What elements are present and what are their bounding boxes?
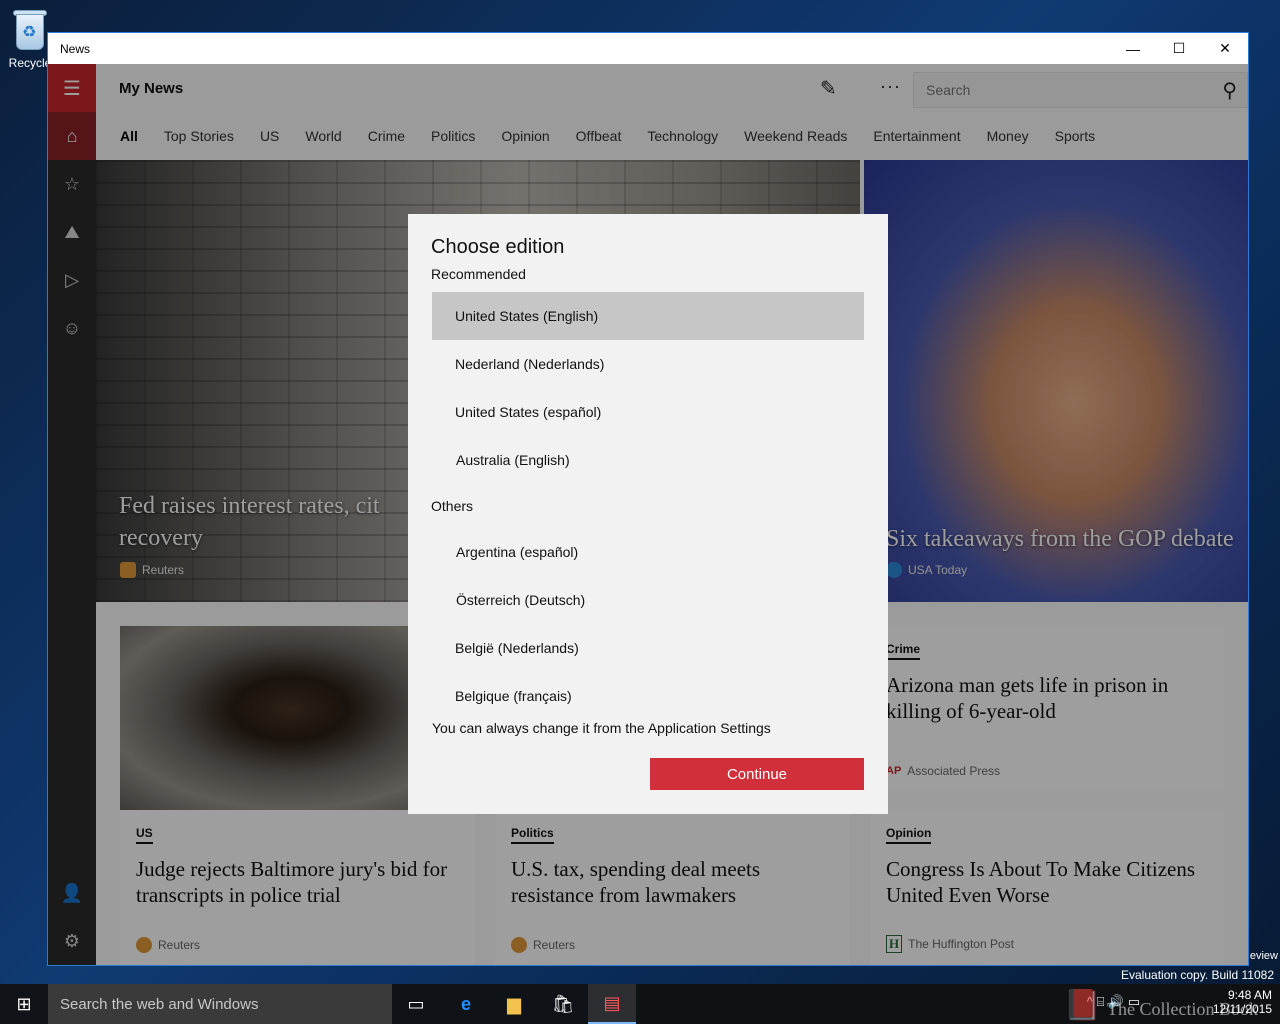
edition-option-at-german[interactable]: Österreich (Deutsch) <box>432 576 864 624</box>
dialog-title: Choose edition <box>431 236 565 258</box>
recommended-heading: Recommended <box>431 266 526 282</box>
choose-edition-dialog: Choose edition Recommended United States… <box>408 214 888 814</box>
recycle-bin-icon: ♻ <box>12 8 48 52</box>
continue-button[interactable]: Continue <box>650 758 864 790</box>
taskbar-search-input[interactable]: Search the web and Windows <box>48 984 392 1024</box>
edition-option-be-french[interactable]: Belgique (français) <box>432 672 864 720</box>
book-icon: 📕 <box>1063 989 1102 1022</box>
edition-option-ar-spanish[interactable]: Argentina (español) <box>432 528 864 576</box>
edition-option-be-dutch[interactable]: België (Nederlands) <box>432 624 864 672</box>
edition-option-au-english[interactable]: Australia (English) <box>432 436 864 484</box>
edition-option-nl-dutch[interactable]: Nederland (Nederlands) <box>432 340 864 388</box>
edge-browser-icon[interactable]: e <box>442 984 490 1024</box>
close-button[interactable]: ✕ <box>1202 33 1248 64</box>
book-watermark-logo: 📕 The Collection Book <box>1063 989 1258 1022</box>
others-heading: Others <box>431 498 474 514</box>
news-app-icon[interactable]: ▤ <box>588 984 636 1024</box>
edition-option-us-spanish[interactable]: United States (español) <box>432 388 864 436</box>
task-view-icon[interactable]: ▭ <box>392 984 440 1024</box>
file-explorer-icon[interactable]: ▆ <box>490 984 538 1024</box>
evaluation-watermark: eview Evaluation copy. Build 11082 <box>1121 950 1278 982</box>
recycle-bin-label: Recycle <box>8 56 52 70</box>
edition-option-us-english[interactable]: United States (English) <box>432 292 864 340</box>
start-windows-icon[interactable]: ⊞ <box>0 984 48 1024</box>
window-title: News <box>60 41 91 56</box>
store-icon[interactable]: 🛍 <box>539 984 587 1024</box>
maximize-button[interactable]: ☐ <box>1156 33 1202 64</box>
settings-note: You can always change it from the Applic… <box>432 720 771 736</box>
title-bar[interactable]: News — ☐ ✕ <box>48 33 1248 64</box>
minimize-button[interactable]: — <box>1110 33 1156 64</box>
